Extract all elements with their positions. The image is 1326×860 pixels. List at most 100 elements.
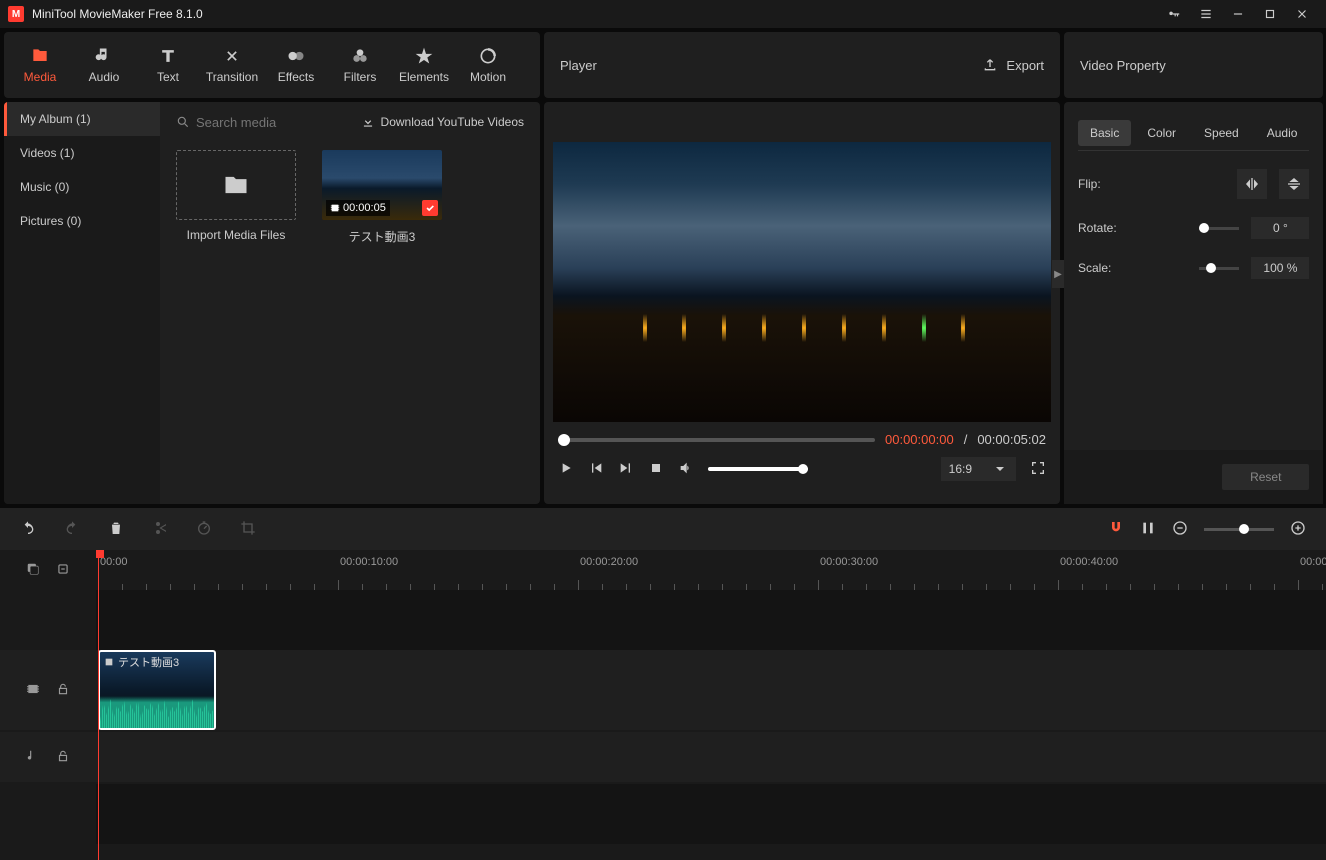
sidebar-item-pictures[interactable]: Pictures (0): [4, 204, 160, 238]
volume-slider[interactable]: [708, 467, 808, 471]
align-button[interactable]: [1140, 520, 1156, 539]
folder-icon: [222, 171, 250, 199]
player-title: Player: [560, 58, 597, 73]
tab-audio[interactable]: Audio: [72, 36, 136, 94]
next-frame-button[interactable]: [618, 460, 634, 479]
lock-icon[interactable]: [56, 749, 70, 766]
delete-button[interactable]: [108, 520, 124, 539]
redo-button[interactable]: [64, 520, 80, 539]
fullscreen-button[interactable]: [1030, 460, 1046, 479]
search-input[interactable]: [196, 115, 316, 130]
scale-slider[interactable]: [1199, 267, 1240, 270]
undo-button[interactable]: [20, 520, 36, 539]
aspect-ratio-select[interactable]: 16:9: [941, 457, 1016, 481]
rotate-value[interactable]: 0 °: [1251, 217, 1309, 239]
tab-effects[interactable]: Effects: [264, 36, 328, 94]
titlebar: M MiniTool MovieMaker Free 8.1.0: [0, 0, 1326, 28]
minimize-button[interactable]: [1222, 0, 1254, 28]
flip-label: Flip:: [1078, 177, 1134, 191]
video-track[interactable]: テスト動画3: [96, 650, 1326, 730]
download-youtube-link[interactable]: Download YouTube Videos: [361, 115, 524, 129]
property-tabs: Basic Color Speed Audio: [1078, 120, 1309, 151]
search-field[interactable]: [176, 115, 353, 130]
magnet-button[interactable]: [1108, 520, 1124, 539]
key-icon[interactable]: [1158, 0, 1190, 28]
audio-track[interactable]: [96, 732, 1326, 782]
remove-track-button[interactable]: [56, 562, 70, 579]
scale-value[interactable]: 100 %: [1251, 257, 1309, 279]
video-preview[interactable]: [553, 142, 1051, 422]
tab-label: Filters: [344, 70, 377, 84]
tab-color[interactable]: Color: [1135, 120, 1188, 146]
tab-motion[interactable]: Motion: [456, 36, 520, 94]
zoom-in-button[interactable]: [1290, 520, 1306, 539]
tab-basic[interactable]: Basic: [1078, 120, 1131, 146]
sidebar-item-myalbum[interactable]: My Album (1): [4, 102, 160, 136]
sidebar-item-videos[interactable]: Videos (1): [4, 136, 160, 170]
tab-speed[interactable]: Speed: [1192, 120, 1251, 146]
flip-horizontal-button[interactable]: [1237, 169, 1267, 199]
maximize-button[interactable]: [1254, 0, 1286, 28]
tab-label: Text: [157, 70, 179, 84]
media-clip-card[interactable]: 00:00:05 テスト動画3: [318, 150, 446, 245]
download-label: Download YouTube Videos: [381, 115, 524, 129]
media-panel: My Album (1) Videos (1) Music (0) Pictur…: [4, 102, 540, 504]
zoom-out-button[interactable]: [1172, 520, 1188, 539]
clip-name: テスト動画3: [349, 228, 416, 245]
reset-button[interactable]: Reset: [1222, 464, 1309, 490]
stop-button[interactable]: [648, 460, 664, 479]
export-label: Export: [1006, 58, 1044, 73]
download-icon: [361, 115, 375, 129]
rotate-label: Rotate:: [1078, 221, 1134, 235]
player-panel: 00:00:00:00 / 00:00:05:02 16:9: [544, 102, 1060, 504]
tab-text[interactable]: Text: [136, 36, 200, 94]
chevron-down-icon: [992, 461, 1008, 477]
category-tabs: Media Audio Text Transition Effects Filt…: [4, 32, 540, 98]
speed-button[interactable]: [196, 520, 212, 539]
hamburger-icon[interactable]: [1190, 0, 1222, 28]
property-title: Video Property: [1080, 58, 1166, 73]
app-logo: M: [8, 6, 24, 22]
tab-label: Audio: [89, 70, 120, 84]
lock-icon[interactable]: [56, 682, 70, 699]
tab-filters[interactable]: Filters: [328, 36, 392, 94]
player-header: Player Export: [544, 32, 1060, 98]
scale-label: Scale:: [1078, 261, 1134, 275]
playhead[interactable]: [98, 550, 99, 860]
tab-audio[interactable]: Audio: [1255, 120, 1310, 146]
tab-label: Transition: [206, 70, 258, 84]
rotate-slider[interactable]: [1199, 227, 1240, 230]
timeline-tracks[interactable]: 00:0000:00:10:0000:00:20:0000:00:30:0000…: [96, 550, 1326, 860]
time-current: 00:00:00:00: [885, 432, 954, 447]
tab-transition[interactable]: Transition: [200, 36, 264, 94]
close-button[interactable]: [1286, 0, 1318, 28]
aspect-value: 16:9: [949, 462, 972, 476]
seek-slider[interactable]: [558, 438, 875, 442]
media-sidebar: My Album (1) Videos (1) Music (0) Pictur…: [4, 102, 160, 504]
panel-expand-handle[interactable]: ▶: [1052, 260, 1064, 288]
volume-button[interactable]: [678, 460, 694, 479]
time-separator: /: [964, 432, 968, 447]
import-label: Import Media Files: [187, 228, 286, 242]
timeline-clip[interactable]: テスト動画3: [98, 650, 216, 730]
export-button[interactable]: Export: [982, 57, 1044, 73]
prev-frame-button[interactable]: [588, 460, 604, 479]
import-card[interactable]: Import Media Files: [172, 150, 300, 245]
flip-vertical-button[interactable]: [1279, 169, 1309, 199]
crop-button[interactable]: [240, 520, 256, 539]
play-button[interactable]: [558, 460, 574, 479]
zoom-slider[interactable]: [1204, 528, 1274, 531]
time-total: 00:00:05:02: [977, 432, 1046, 447]
tab-label: Media: [24, 70, 57, 84]
split-button[interactable]: [152, 520, 168, 539]
property-header: Video Property: [1064, 32, 1323, 98]
tab-label: Effects: [278, 70, 314, 84]
app-title: MiniTool MovieMaker Free 8.1.0: [32, 7, 203, 21]
sidebar-item-music[interactable]: Music (0): [4, 170, 160, 204]
clip-title-text: テスト動画3: [118, 654, 179, 670]
tab-elements[interactable]: Elements: [392, 36, 456, 94]
timeline-toolbar: [0, 508, 1326, 550]
add-track-button[interactable]: [26, 562, 40, 579]
timeline-ruler[interactable]: 00:0000:00:10:0000:00:20:0000:00:30:0000…: [96, 550, 1326, 590]
tab-media[interactable]: Media: [8, 36, 72, 94]
